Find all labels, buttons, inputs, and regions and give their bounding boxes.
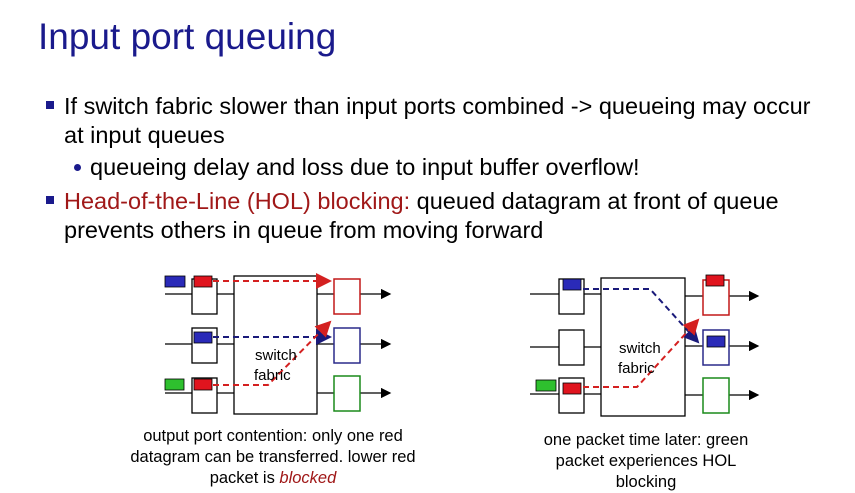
right-diagram-caption: one packet time later: green packet expe…	[525, 430, 767, 493]
caption-text: output port contention: only one red dat…	[130, 427, 416, 487]
fabric-label: switch	[255, 347, 297, 364]
left-diagram-caption: output port contention: only one red dat…	[118, 426, 428, 489]
red-packet	[193, 275, 213, 288]
fabric-label: switch	[619, 340, 661, 357]
blue-packet	[164, 275, 186, 288]
switch-diagrams: switch fabric switch fabric	[164, 273, 760, 417]
blue-packet	[706, 335, 726, 348]
fabric-label: fabric	[618, 360, 655, 377]
blocked-word: blocked	[279, 469, 337, 487]
output-port-red	[333, 278, 361, 315]
right-switch-diagram: switch fabric	[530, 274, 760, 417]
red-packet	[705, 274, 725, 287]
red-packet	[562, 382, 582, 395]
output-port-blue	[333, 327, 361, 364]
output-port-green	[702, 377, 730, 414]
blue-packet	[193, 331, 213, 344]
fabric-label: fabric	[254, 367, 291, 384]
caption-text: one packet time later: green packet expe…	[543, 431, 749, 491]
input-queue	[558, 329, 585, 366]
green-packet	[535, 379, 557, 392]
left-switch-diagram: switch fabric	[164, 273, 392, 415]
green-packet	[164, 378, 185, 391]
blue-packet	[562, 278, 582, 291]
output-port-blue	[702, 329, 730, 366]
switch-fabric	[233, 275, 318, 415]
output-port-green	[333, 375, 361, 412]
red-packet	[193, 378, 213, 391]
